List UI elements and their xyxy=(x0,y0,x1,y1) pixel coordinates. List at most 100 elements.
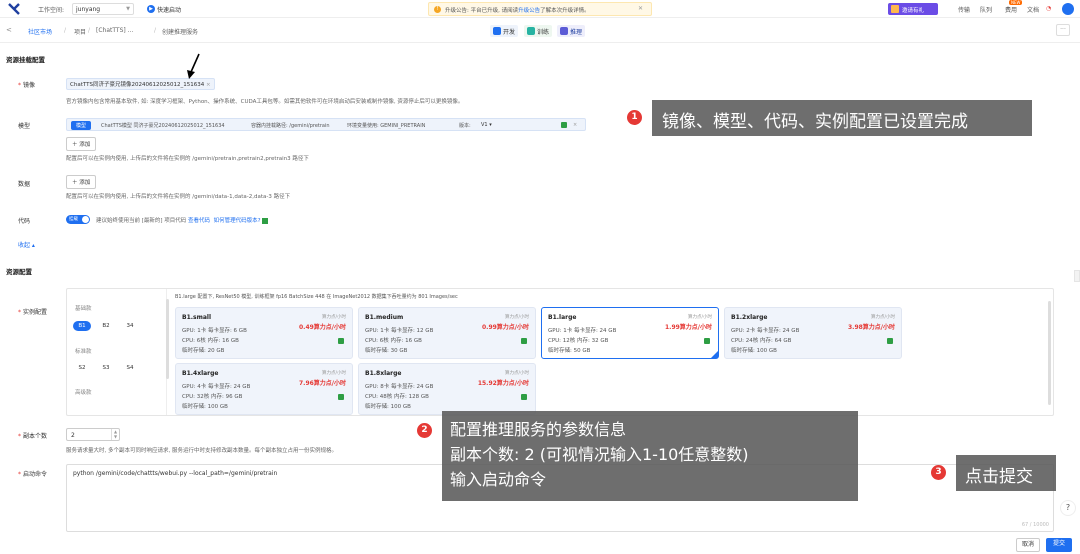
notice-text: 升级公告: 平台已升级, 请阅读 xyxy=(445,8,519,14)
notice-banner: ! 升级公告: 平台已升级, 请阅读升级公告了解本次升级详情。 ✕ xyxy=(428,2,652,16)
instance-config-panel: 基础款 B1 B2 34 标准款 S2 S3 S4 高级款 B1.large 配… xyxy=(66,288,1054,416)
annotation-number: 3 xyxy=(931,465,946,480)
add-model-button[interactable]: ＋ 添加 xyxy=(66,137,97,151)
nav-queue[interactable]: 队列 xyxy=(980,5,992,14)
replica-label: * 副本个数 xyxy=(18,433,48,440)
close-icon[interactable]: ✕ xyxy=(638,5,643,12)
nav-cost[interactable]: 费用 xyxy=(1005,5,1017,14)
card-cpu: CPU: 12核 内存: 32 GB xyxy=(548,338,609,344)
spec-icon xyxy=(521,338,527,344)
code-hint-text: 建议始终使用当前 [最新的] 项目代码 xyxy=(96,218,187,224)
instance-card-selected[interactable]: B1.large 算力点/小时 1.99算力点/小时 GPU: 1卡 每卡显存:… xyxy=(541,307,719,359)
code-mount-toggle[interactable]: 挂载 xyxy=(66,215,90,224)
nav-docs[interactable]: 文档 xyxy=(1027,5,1039,14)
model-type-badge: 模型 xyxy=(71,121,92,130)
chip-b4[interactable]: 34 xyxy=(121,321,139,331)
chip-b2[interactable]: B2 xyxy=(97,321,115,331)
replica-stepper[interactable]: 2 ▲ ▼ xyxy=(66,428,120,441)
quick-start-button[interactable]: ▶ 快速启动 xyxy=(145,3,191,15)
scrollbar[interactable] xyxy=(1048,301,1051,405)
top-bar: 工作空间: junyang ▼ ▶ 快速启动 ! 升级公告: 平台已升级, 请阅… xyxy=(0,0,1080,18)
model-version-select[interactable]: V1 ▾ xyxy=(481,122,492,128)
gift-icon xyxy=(891,5,899,13)
collapse-link[interactable]: 收起 ▴ xyxy=(18,240,35,249)
file-icon[interactable] xyxy=(262,217,269,224)
close-icon[interactable]: × xyxy=(573,122,577,128)
instance-card[interactable]: B1.4xlarge 算力点/小时 7.96算力点/小时 GPU: 4卡 每卡显… xyxy=(175,363,353,415)
instance-desc: B1.large 配置下, ResNet50 模型, 训练框架 fp16 Bat… xyxy=(175,294,458,300)
user-avatar-icon[interactable] xyxy=(1062,3,1074,15)
nav-transfer[interactable]: 传输 xyxy=(958,5,970,14)
card-unit: 算力点/小时 xyxy=(321,371,346,376)
stepper-arrows-icon[interactable]: ▲ ▼ xyxy=(111,429,119,440)
image-label-text: 镜像 xyxy=(23,82,36,89)
phase-train-label: 训练 xyxy=(537,29,550,36)
notice-suffix: 了解本次升级详情。 xyxy=(540,8,590,14)
card-gpu: GPU: 1卡 每卡显存: 6 GB xyxy=(182,328,247,334)
add-label: 添加 xyxy=(79,142,91,148)
toggle-text: 挂载 xyxy=(69,217,78,222)
breadcrumb-bar: < 社区市场 / 项目 / [ChatTTS] ... / 创建推理服务 开发 … xyxy=(0,19,1080,43)
card-gpu: GPU: 1卡 每卡显存: 12 GB xyxy=(365,328,434,334)
model-label: 模型 xyxy=(18,123,31,130)
back-icon[interactable]: < xyxy=(6,26,12,34)
close-icon[interactable]: × xyxy=(206,82,211,88)
instance-card[interactable]: B1.small 算力点/小时 0.49算力点/小时 GPU: 1卡 每卡显存:… xyxy=(175,307,353,359)
warning-icon: ! xyxy=(434,6,441,13)
phase-dev[interactable]: 开发 xyxy=(490,25,519,37)
replica-label-text: 副本个数 xyxy=(23,433,48,440)
phase-infer[interactable]: 推理 xyxy=(557,25,586,37)
more-icon[interactable]: ··· xyxy=(1056,24,1070,36)
notice-link[interactable]: 升级公告 xyxy=(518,8,540,14)
instance-card[interactable]: B1.medium 算力点/小时 0.99算力点/小时 GPU: 1卡 每卡显存… xyxy=(358,307,536,359)
invite-button[interactable]: 邀请有礼 xyxy=(888,3,938,15)
annotation-line: 副本个数: 2 (可视情况输入1-10任意整数) xyxy=(450,445,749,464)
submit-button[interactable]: 提交 xyxy=(1046,538,1072,552)
model-env: 环境变量使用: GEMINI_PRETRAIN xyxy=(347,123,426,129)
scrollbar[interactable] xyxy=(166,299,169,379)
replica-hint: 服务请求量大时, 多个副本可同时响应请求, 服务运行中时支持修改副本数量。每个副… xyxy=(66,448,337,454)
chip-s3[interactable]: S3 xyxy=(97,363,115,373)
annotation-number: 1 xyxy=(627,110,642,125)
view-code-link[interactable]: 查看代码 xyxy=(188,218,210,224)
help-icon[interactable]: ? xyxy=(1060,500,1076,516)
new-badge: NEW xyxy=(1009,0,1023,5)
instance-card[interactable]: B1.8xlarge 算力点/小时 15.92算力点/小时 GPU: 8卡 每卡… xyxy=(358,363,536,415)
chip-s4[interactable]: S4 xyxy=(121,363,139,373)
card-cpu: CPU: 48核 内存: 128 GB xyxy=(365,394,429,400)
card-unit: 算力点/小时 xyxy=(321,315,346,320)
chip-b1[interactable]: B1 xyxy=(73,321,91,331)
file-icon[interactable] xyxy=(561,122,567,128)
instance-card[interactable]: B1.2xlarge 算力点/小时 3.98算力点/小时 GPU: 2卡 每卡显… xyxy=(724,307,902,359)
chip-s2[interactable]: S2 xyxy=(73,363,91,373)
image-tag-text: ChatTTS同济子豪兄镜像20240612025012_151634 xyxy=(70,82,205,88)
section-title-mount: 资源挂载配置 xyxy=(6,56,45,64)
breadcrumb-root[interactable]: 社区市场 xyxy=(28,27,52,36)
card-disk: 临时存储: 30 GB xyxy=(365,348,408,354)
model-name: ChatTTS模型 同济子豪兄20240612025012_151634 xyxy=(101,123,225,129)
data-hint: 配置后可以在实例内使用, 上传后的文件将在实例的 /gemini/data-1,… xyxy=(66,194,291,200)
card-gpu: GPU: 8卡 每卡显存: 24 GB xyxy=(365,384,434,390)
instance-label-text: 实例配置 xyxy=(23,309,48,316)
cancel-button[interactable]: 取消 xyxy=(1016,538,1040,552)
breadcrumb-item[interactable]: [ChatTTS] ... xyxy=(96,27,133,34)
card-name: B1.small xyxy=(182,314,212,321)
quick-start-icon: ▶ xyxy=(147,5,155,13)
card-name: B1.8xlarge xyxy=(365,370,402,377)
side-handle[interactable] xyxy=(1074,270,1080,282)
phase-train[interactable]: 训练 xyxy=(524,25,553,37)
add-data-button[interactable]: ＋ 添加 xyxy=(66,175,97,189)
image-hint: 官方镜像内包含常用基本软件, 如: 深度学习框架、Python、操作系统、CUD… xyxy=(66,99,464,105)
code-version-link[interactable]: 如何管理代码版本? xyxy=(214,218,261,224)
breadcrumb-item[interactable]: 项目 xyxy=(74,27,86,36)
bell-icon[interactable]: ◔ xyxy=(1046,5,1051,12)
card-disk: 临时存储: 50 GB xyxy=(548,348,591,354)
workspace-select[interactable]: junyang ▼ xyxy=(72,3,134,15)
train-icon xyxy=(527,27,535,35)
cmd-label-text: 启动命令 xyxy=(23,471,48,478)
category-basic: 基础款 xyxy=(75,306,92,312)
card-price: 3.98算力点/小时 xyxy=(848,324,895,331)
instance-category-list: 基础款 B1 B2 34 标准款 S2 S3 S4 高级款 xyxy=(67,289,169,415)
arrow-annotation-icon xyxy=(187,53,200,79)
logo-icon[interactable] xyxy=(8,3,20,15)
